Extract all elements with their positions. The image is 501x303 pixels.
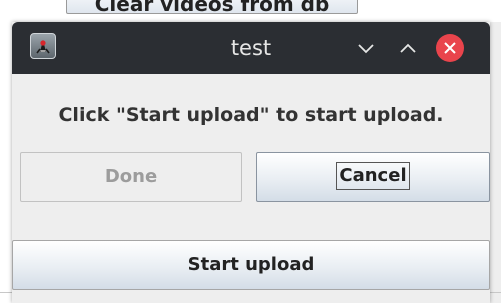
done-label: Done — [104, 166, 158, 187]
maximize-button[interactable] — [394, 34, 422, 62]
close-button-circle — [436, 34, 464, 62]
cancel-label: Cancel — [336, 162, 410, 190]
clear-videos-label: Clear videos from db — [94, 0, 330, 14]
start-upload-button[interactable]: Start upload — [12, 240, 490, 290]
instruction-message: Click "Start upload" to start upload. — [58, 104, 444, 126]
minimize-button[interactable] — [352, 34, 380, 62]
clear-videos-button[interactable]: Clear videos from db — [66, 0, 358, 14]
background-window-edge — [489, 22, 501, 303]
done-button: Done — [20, 152, 242, 202]
cancel-button[interactable]: Cancel — [256, 152, 490, 202]
close-button[interactable] — [436, 34, 464, 62]
chevron-up-icon — [400, 43, 416, 53]
background-window-top: Clear videos from db — [0, 0, 501, 22]
start-upload-label: Start upload — [187, 254, 315, 275]
chevron-down-icon — [358, 44, 374, 54]
close-icon — [444, 42, 456, 54]
titlebar[interactable]: test — [12, 22, 490, 74]
upload-dialog: test Click "Start upload" to start uploa… — [12, 22, 490, 303]
